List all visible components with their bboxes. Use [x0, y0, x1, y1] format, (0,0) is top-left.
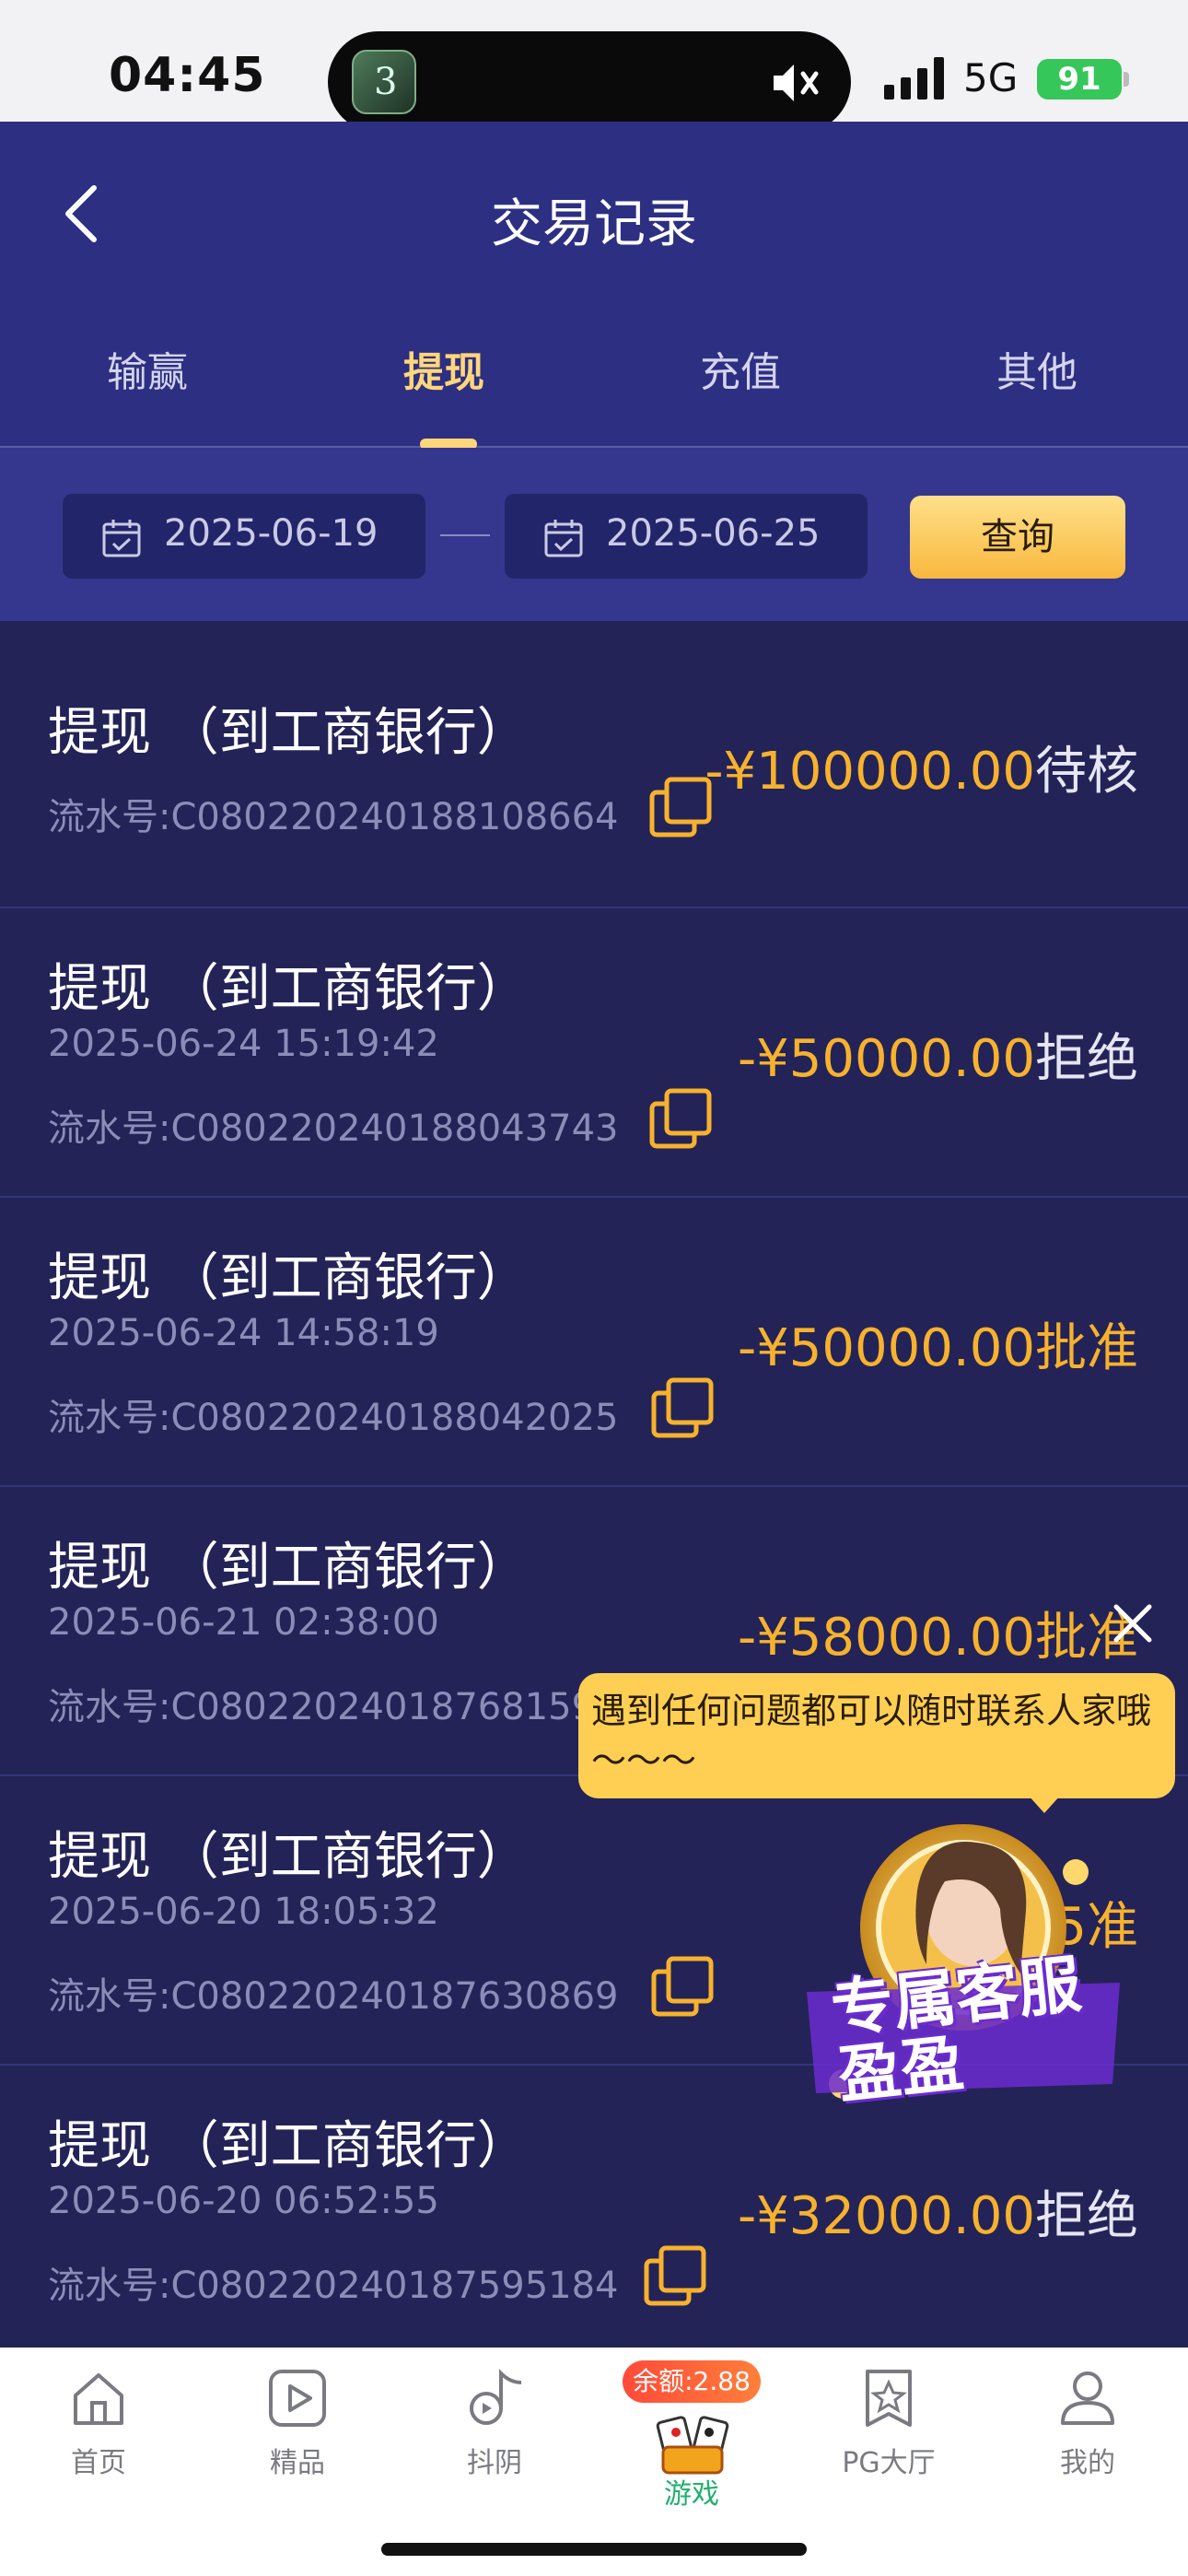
transaction-title: 提现 （到工商银行）: [48, 703, 529, 763]
copy-icon[interactable]: [648, 1087, 713, 1152]
nav-item-pg-hall[interactable]: PG大厅: [820, 2366, 958, 2480]
calendar-icon: [544, 520, 583, 557]
dynamic-island: 3: [328, 31, 851, 133]
tab-withdraw[interactable]: 提现: [352, 339, 536, 398]
nav-item-featured[interactable]: 精品: [228, 2366, 367, 2480]
status-time: 04:45: [109, 48, 266, 103]
transaction-serial: 流水号:C080220240187595184: [48, 2265, 619, 2307]
copy-icon[interactable]: [650, 1376, 715, 1441]
close-icon[interactable]: [1107, 1598, 1159, 1649]
amount-value: -¥100000.00: [705, 742, 1035, 802]
bottom-nav: 首页 精品 抖阴 游戏 PG大厅 我的: [0, 2348, 1188, 2576]
transaction-serial: 流水号:C080220240187630869: [48, 1975, 619, 2018]
transaction-serial: 流水号:C08022024018768159: [48, 1686, 596, 1728]
transaction-row: 提现 （到工商银行） 2025-06-24 14:58:19 流水号:C0802…: [0, 1198, 1188, 1487]
star-badge-icon: [866, 2370, 912, 2427]
transaction-serial: 流水号:C080220240188043743: [48, 1107, 619, 1150]
battery-tip: [1124, 72, 1129, 87]
nav-item-home[interactable]: 首页: [29, 2366, 168, 2480]
transaction-title: 提现 （到工商银行）: [48, 1538, 529, 1598]
amount-value: -¥50000.00: [737, 1318, 1035, 1378]
nav-label: 我的: [1060, 2447, 1115, 2479]
transaction-row: 提现 （到工商银行） 2025-06-24 15:19:42 流水号:C0802…: [0, 908, 1188, 1198]
nav-item-mine[interactable]: 我的: [1019, 2366, 1157, 2480]
amount-value: -¥50000.00: [737, 1029, 1035, 1089]
transaction-amount: -¥50000.00批准: [738, 1306, 1138, 1381]
transaction-amount: -¥32000.00拒绝: [738, 2174, 1138, 2249]
status-bar: 04:45 3 5G 91: [0, 0, 1188, 133]
page-header: 交易记录 输赢 提现 充值 其他: [0, 122, 1188, 450]
transaction-time: 2025-06-20 18:05:32: [48, 1891, 439, 1933]
transaction-status: 批准: [1035, 1318, 1138, 1378]
query-button[interactable]: 查询: [910, 496, 1125, 579]
transaction-status: 待核: [1035, 742, 1138, 802]
copy-icon[interactable]: [648, 776, 713, 840]
end-date-picker[interactable]: 2025-06-25: [505, 494, 868, 579]
transaction-title: 提现 （到工商银行）: [48, 959, 529, 1019]
nav-label: 抖阴: [467, 2447, 522, 2479]
transaction-title: 提现 （到工商银行）: [48, 2116, 529, 2176]
balance-badge: 余额:2.88: [623, 2360, 761, 2403]
nav-item-douyin[interactable]: 抖阴: [425, 2366, 564, 2480]
date-range-separator: [440, 534, 490, 536]
transaction-amount: -¥100000.00待核: [705, 730, 1138, 804]
amount-value: -¥32000.00: [737, 2186, 1035, 2246]
transaction-time: 2025-06-24 14:58:19: [48, 1312, 439, 1354]
tab-other[interactable]: 其他: [945, 339, 1129, 398]
transaction-status: 拒绝: [1035, 1029, 1138, 1089]
transaction-time: 2025-06-24 15:19:42: [48, 1023, 439, 1065]
signal-icon: [884, 57, 944, 100]
page-title: 交易记录: [491, 194, 697, 254]
home-indicator: [381, 2543, 807, 2556]
transaction-serial: 流水号:C080220240188042025: [48, 1397, 619, 1439]
start-date-text: 2025-06-19: [164, 512, 379, 555]
end-date-text: 2025-06-25: [606, 512, 821, 555]
transaction-row: 提现 （到工商银行） 流水号:C080220240188108664 -¥100…: [0, 621, 1188, 908]
copy-icon[interactable]: [650, 1955, 715, 2020]
start-date-picker[interactable]: 2025-06-19: [63, 494, 425, 579]
transaction-serial: 流水号:C080220240188108664: [48, 796, 619, 838]
nav-label: PG大厅: [842, 2447, 936, 2479]
date-filter: 2025-06-19 2025-06-25 查询: [0, 448, 1188, 621]
tab-win-loss[interactable]: 输赢: [55, 339, 239, 398]
nav-label: 游戏: [664, 2478, 719, 2511]
play-icon: [269, 2370, 326, 2427]
transaction-title: 提现 （到工商银行）: [48, 1248, 529, 1308]
battery-level: 91: [1037, 59, 1122, 100]
music-note-icon: [470, 2369, 522, 2425]
transaction-amount: -¥50000.00拒绝: [738, 1017, 1138, 1092]
transaction-title: 提现 （到工商银行）: [48, 1827, 529, 1887]
calendar-icon: [102, 520, 141, 557]
transaction-time: 2025-06-20 06:52:55: [48, 2180, 439, 2222]
nav-label: 精品: [270, 2447, 325, 2479]
nav-label: 首页: [71, 2447, 126, 2479]
tab-bar: 输赢 提现 充值 其他: [0, 339, 1188, 450]
transaction-status: 拒绝: [1035, 2186, 1138, 2246]
user-icon: [1061, 2371, 1114, 2425]
network-type: 5G: [963, 55, 1019, 100]
tab-recharge[interactable]: 充值: [648, 339, 833, 398]
cards-icon: [656, 2416, 729, 2475]
customer-service-button[interactable]: 专属客服盈盈: [788, 1808, 1138, 2128]
copy-icon[interactable]: [643, 2244, 707, 2309]
transaction-amount: -¥58000.00批准: [738, 1596, 1138, 1670]
support-message-bubble[interactable]: 遇到任何问题都可以随时联系人家哦～～～: [578, 1673, 1175, 1798]
home-icon: [74, 2373, 123, 2425]
amount-value: -¥58000.00: [737, 1608, 1035, 1668]
transaction-time: 2025-06-21 02:38:00: [48, 1601, 439, 1644]
mute-icon: [774, 64, 819, 101]
app-thumbnail-icon: 3: [352, 50, 416, 114]
